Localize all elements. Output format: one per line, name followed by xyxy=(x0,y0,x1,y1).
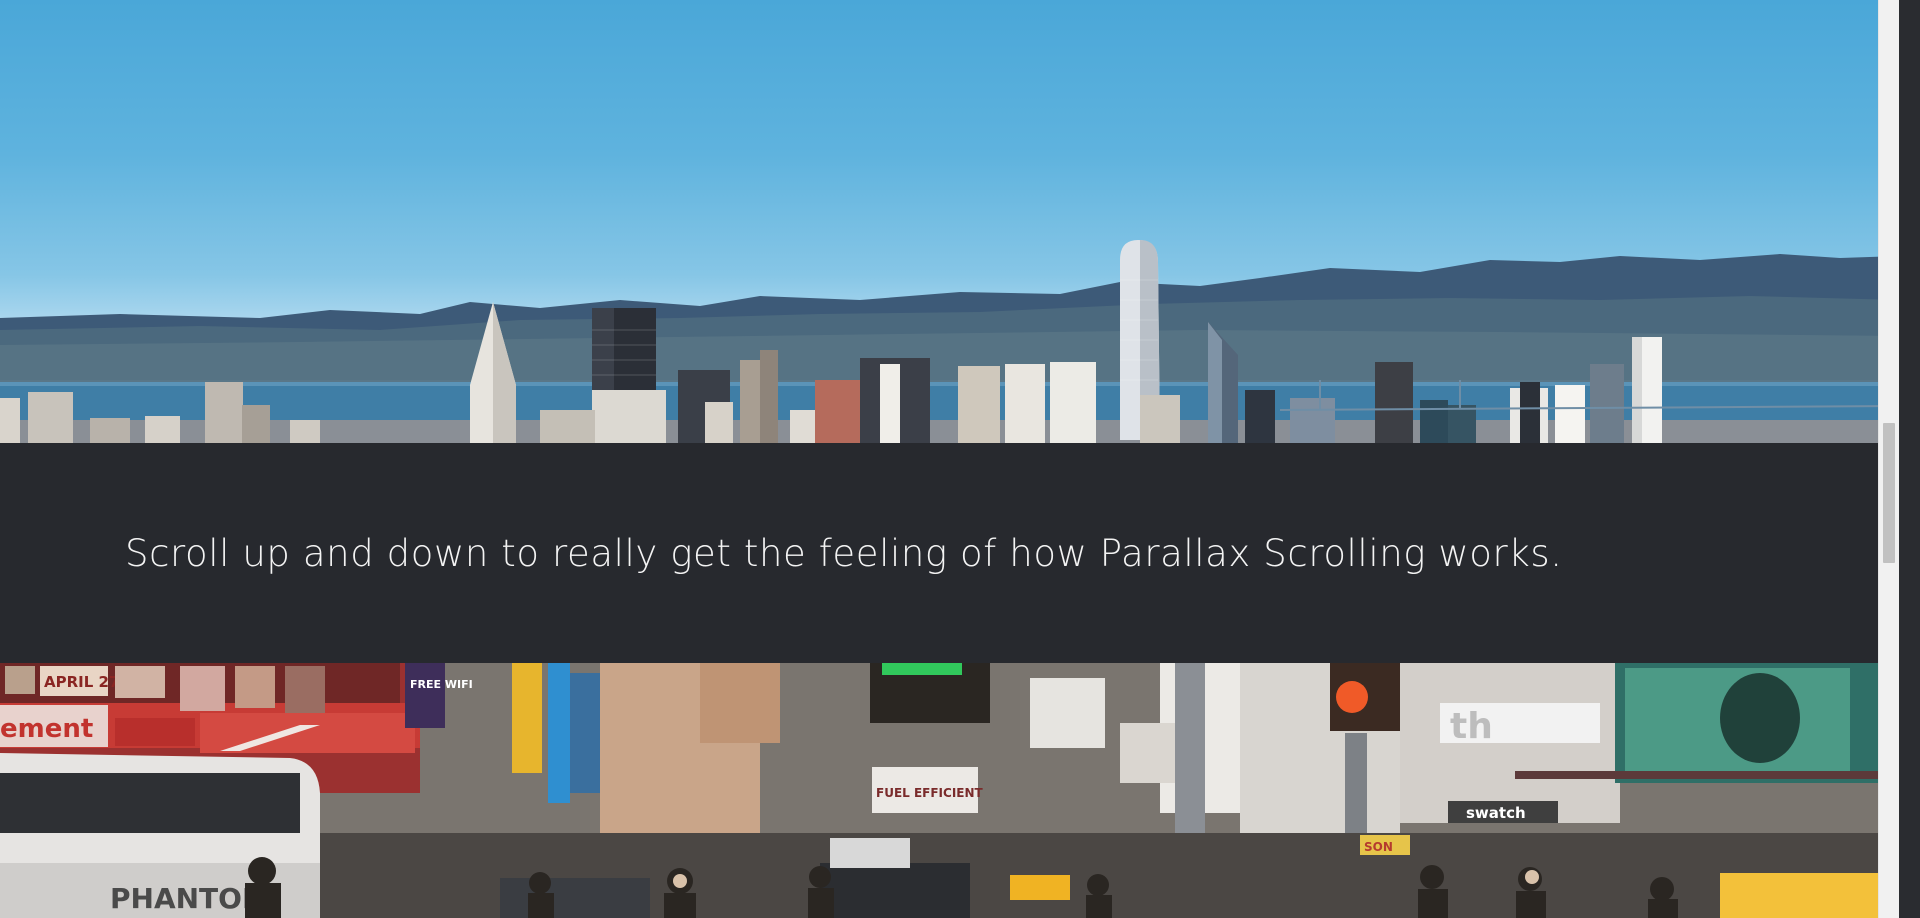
store-sign-text: ement xyxy=(0,714,93,744)
skyline-illustration xyxy=(0,240,1899,443)
vertical-scrollbar[interactable] xyxy=(1878,0,1899,918)
shop-letters-text: th xyxy=(1450,706,1493,747)
intro-text-band: Scroll up and down to really get the fee… xyxy=(0,443,1899,663)
billboard-text: FUEL EFFICIENT xyxy=(876,786,984,800)
parallax-description-text: Scroll up and down to really get the fee… xyxy=(125,531,1563,575)
wifi-banner-text: FREE WIFI xyxy=(410,678,473,691)
page: Scroll up and down to really get the fee… xyxy=(0,0,1899,918)
street-parallax-image: APRIL 27 ement FREE WIFI FUEL EFFICIENT xyxy=(0,663,1899,918)
skyline-parallax-image xyxy=(0,0,1899,443)
scrollbar-thumb[interactable] xyxy=(1883,423,1895,563)
street-illustration: APRIL 27 ement FREE WIFI FUEL EFFICIENT xyxy=(0,663,1899,918)
taxi-sign-text: SON xyxy=(1364,840,1393,854)
date-sign-text: APRIL 27 xyxy=(44,673,119,691)
swatch-sign-text: swatch xyxy=(1466,804,1526,822)
